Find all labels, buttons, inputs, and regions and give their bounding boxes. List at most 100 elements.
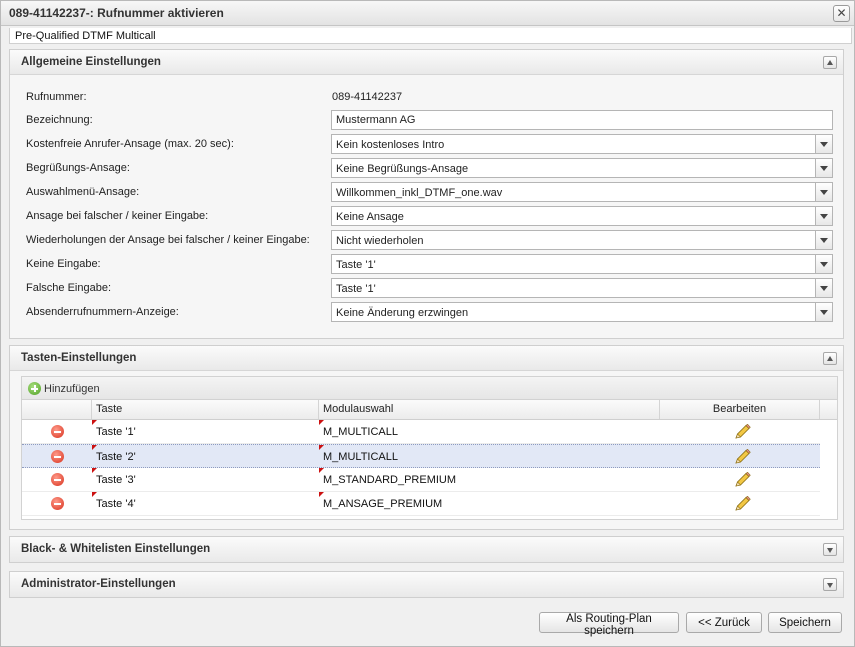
add-icon xyxy=(28,382,41,395)
collapse-icon[interactable] xyxy=(823,352,837,365)
grid-header: Taste Modulauswahl Bearbeiten xyxy=(22,400,837,420)
row-wiederholungen: Wiederholungen der Ansage bei falscher /… xyxy=(26,230,833,250)
bezeichnung-input[interactable]: Mustermann AG xyxy=(331,110,833,130)
title-bar: 089-41142237-: Rufnummer aktivieren ✕ xyxy=(1,1,854,26)
rufnummer-value: 089-41142237 xyxy=(332,91,403,103)
auswahlmenue-value: Willkommen_inkl_DTMF_one.wav xyxy=(336,187,503,199)
cell-modul[interactable]: M_ANSAGE_PREMIUM xyxy=(319,492,660,515)
delete-icon[interactable] xyxy=(51,450,64,463)
row-falsche-ansage: Ansage bei falscher / keiner Eingabe: Ke… xyxy=(26,206,833,226)
chevron-down-icon[interactable] xyxy=(815,231,832,249)
chevron-down-icon[interactable] xyxy=(815,159,832,177)
keine-eingabe-value: Taste '1' xyxy=(336,259,376,271)
begruessung-value: Keine Begrüßungs-Ansage xyxy=(336,163,469,175)
cell-taste: Taste '2' xyxy=(92,445,319,468)
chevron-down-icon[interactable] xyxy=(815,183,832,201)
key-toolbar: Hinzufügen xyxy=(21,376,838,400)
auswahlmenue-label: Auswahlmenü-Ansage: xyxy=(26,186,140,198)
kostenfrei-label: Kostenfreie Anrufer-Ansage (max. 20 sec)… xyxy=(26,138,234,150)
general-settings-title: Allgemeine Einstellungen xyxy=(21,56,161,68)
header-modul[interactable]: Modulauswahl xyxy=(319,400,660,419)
close-button[interactable]: ✕ xyxy=(833,5,850,22)
row-absender: Absenderrufnummern-Anzeige: Keine Änderu… xyxy=(26,302,833,322)
row-kostenfrei: Kostenfreie Anrufer-Ansage (max. 20 sec)… xyxy=(26,134,833,154)
cell-taste: Taste '1' xyxy=(92,420,319,443)
delete-icon[interactable] xyxy=(51,497,64,510)
admin-panel: Administrator-Einstellungen xyxy=(9,571,844,598)
row-auswahlmenue: Auswahlmenü-Ansage: Willkommen_inkl_DTMF… xyxy=(26,182,833,202)
chevron-down-icon[interactable] xyxy=(815,279,832,297)
kostenfrei-value: Kein kostenloses Intro xyxy=(336,139,445,151)
falsche-eingabe-value: Taste '1' xyxy=(336,283,376,295)
admin-header[interactable]: Administrator-Einstellungen xyxy=(10,572,843,597)
pencil-icon[interactable] xyxy=(733,424,751,440)
cell-modul[interactable]: M_MULTICALL xyxy=(319,420,660,443)
general-settings-header[interactable]: Allgemeine Einstellungen xyxy=(10,50,843,75)
back-button[interactable]: << Zurück xyxy=(686,612,762,633)
rufnummer-label: Rufnummer: xyxy=(26,91,87,103)
table-row[interactable]: Taste '4' M_ANSAGE_PREMIUM xyxy=(22,492,820,516)
expand-icon[interactable] xyxy=(823,543,837,556)
key-settings-header[interactable]: Tasten-Einstellungen xyxy=(10,346,843,371)
row-rufnummer: Rufnummer: 089-41142237 xyxy=(26,87,832,107)
chevron-down-icon[interactable] xyxy=(815,207,832,225)
absender-value: Keine Änderung erzwingen xyxy=(336,307,469,319)
cell-modul[interactable]: M_STANDARD_PREMIUM xyxy=(319,468,660,491)
dialog-window: 089-41142237-: Rufnummer aktivieren ✕ Pr… xyxy=(0,0,855,647)
add-key-label: Hinzufügen xyxy=(44,383,100,395)
header-delete xyxy=(22,400,92,419)
row-begruessung: Begrüßungs-Ansage: Keine Begrüßungs-Ansa… xyxy=(26,158,833,178)
begruessung-label: Begrüßungs-Ansage: xyxy=(26,162,130,174)
blackwhite-panel: Black- & Whitelisten Einstellungen xyxy=(9,536,844,563)
admin-title: Administrator-Einstellungen xyxy=(21,578,176,590)
falsche-eingabe-select[interactable]: Taste '1' xyxy=(331,278,833,298)
cell-taste: Taste '3' xyxy=(92,468,319,491)
cell-taste: Taste '4' xyxy=(92,492,319,515)
table-row[interactable]: Taste '3' M_STANDARD_PREMIUM xyxy=(22,468,820,492)
close-icon: ✕ xyxy=(836,6,847,20)
falsche-ansage-label: Ansage bei falscher / keiner Eingabe: xyxy=(26,210,209,222)
row-keine-eingabe: Keine Eingabe: Taste '1' xyxy=(26,254,833,274)
begruessung-select[interactable]: Keine Begrüßungs-Ansage xyxy=(331,158,833,178)
keine-eingabe-label: Keine Eingabe: xyxy=(26,258,101,270)
table-row[interactable]: Taste '2' M_MULTICALL xyxy=(22,444,820,468)
wiederholungen-value: Nicht wiederholen xyxy=(336,235,424,247)
pencil-icon[interactable] xyxy=(733,449,751,465)
header-taste[interactable]: Taste xyxy=(92,400,319,419)
absender-label: Absenderrufnummern-Anzeige: xyxy=(26,306,179,318)
delete-icon[interactable] xyxy=(51,425,64,438)
header-edit[interactable]: Bearbeiten xyxy=(660,400,820,419)
blackwhite-title: Black- & Whitelisten Einstellungen xyxy=(21,543,211,555)
auswahlmenue-select[interactable]: Willkommen_inkl_DTMF_one.wav xyxy=(331,182,833,202)
save-button[interactable]: Speichern xyxy=(768,612,842,633)
row-bezeichnung: Bezeichnung: Mustermann AG xyxy=(26,110,833,130)
expand-icon[interactable] xyxy=(823,578,837,591)
service-type-label: Pre-Qualified DTMF Multicall xyxy=(9,28,852,44)
table-row[interactable]: Taste '1' M_MULTICALL xyxy=(22,420,820,444)
falsche-ansage-select[interactable]: Keine Ansage xyxy=(331,206,833,226)
blackwhite-header[interactable]: Black- & Whitelisten Einstellungen xyxy=(10,537,843,562)
add-key-button[interactable]: Hinzufügen xyxy=(28,382,100,396)
chevron-down-icon[interactable] xyxy=(815,255,832,273)
wiederholungen-select[interactable]: Nicht wiederholen xyxy=(331,230,833,250)
chevron-down-icon[interactable] xyxy=(815,303,832,321)
chevron-down-icon[interactable] xyxy=(815,135,832,153)
bezeichnung-label: Bezeichnung: xyxy=(26,114,93,126)
row-falsche-eingabe: Falsche Eingabe: Taste '1' xyxy=(26,278,833,298)
key-grid: Taste Modulauswahl Bearbeiten Taste '1' … xyxy=(21,400,838,520)
general-settings-panel: Allgemeine Einstellungen Rufnummer: 089-… xyxy=(9,49,844,339)
absender-select[interactable]: Keine Änderung erzwingen xyxy=(331,302,833,322)
falsche-ansage-value: Keine Ansage xyxy=(336,211,404,223)
wiederholungen-label: Wiederholungen der Ansage bei falscher /… xyxy=(26,234,310,246)
keine-eingabe-select[interactable]: Taste '1' xyxy=(331,254,833,274)
delete-icon[interactable] xyxy=(51,473,64,486)
collapse-icon[interactable] xyxy=(823,56,837,69)
cell-modul[interactable]: M_MULTICALL xyxy=(319,445,660,468)
key-settings-panel: Tasten-Einstellungen Hinzufügen Taste Mo… xyxy=(9,345,844,530)
kostenfrei-select[interactable]: Kein kostenloses Intro xyxy=(331,134,833,154)
save-as-routing-plan-button[interactable]: Als Routing-Plan speichern xyxy=(539,612,679,637)
pencil-icon[interactable] xyxy=(733,496,751,512)
falsche-eingabe-label: Falsche Eingabe: xyxy=(26,282,111,294)
pencil-icon[interactable] xyxy=(733,472,751,488)
key-settings-title: Tasten-Einstellungen xyxy=(21,352,137,364)
